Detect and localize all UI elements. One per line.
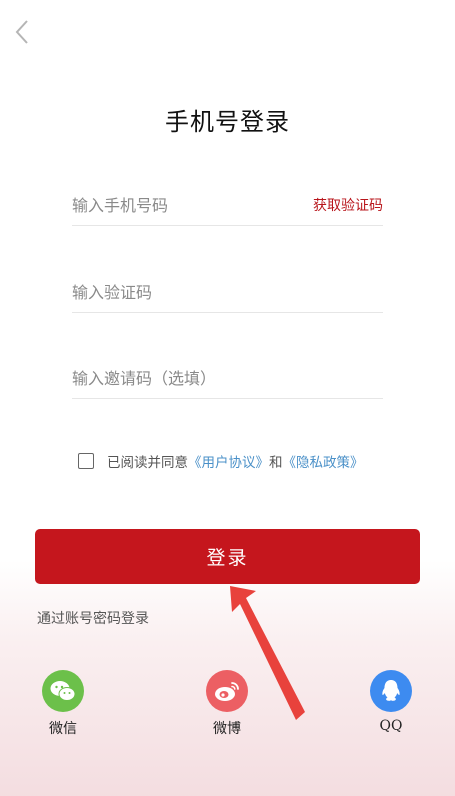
wechat-label: 微信 [49, 721, 77, 737]
qq-icon [370, 670, 412, 712]
invite-field [72, 359, 383, 399]
invite-input[interactable] [72, 359, 383, 397]
code-input[interactable] [72, 273, 302, 311]
back-arrow-icon[interactable] [12, 18, 34, 46]
weibo-login-button[interactable]: 微博 [197, 670, 257, 738]
code-field [72, 273, 383, 313]
qq-label: QQ [379, 718, 403, 734]
password-login-link[interactable]: 通过账号密码登录 [37, 608, 149, 628]
phone-field: 获取验证码 [72, 186, 383, 226]
user-agreement-link[interactable]: 《用户协议》 [188, 451, 269, 471]
login-button[interactable]: 登录 [35, 529, 420, 584]
agreement-checkbox[interactable] [78, 453, 94, 469]
agreement-row: 已阅读并同意 《用户协议》 和 《隐私政策》 [78, 451, 364, 471]
phone-input[interactable] [72, 186, 302, 224]
wechat-icon [42, 670, 84, 712]
weibo-label: 微博 [213, 721, 241, 737]
page-title: 手机号登录 [165, 108, 290, 136]
qq-login-button[interactable]: QQ [361, 670, 421, 734]
privacy-policy-link[interactable]: 《隐私政策》 [283, 451, 364, 471]
get-code-button[interactable]: 获取验证码 [313, 195, 383, 215]
agreement-conjunction: 和 [269, 455, 283, 471]
wechat-login-button[interactable]: 微信 [33, 670, 93, 738]
weibo-icon [206, 670, 248, 712]
agreement-text: 已阅读并同意 [107, 455, 188, 471]
